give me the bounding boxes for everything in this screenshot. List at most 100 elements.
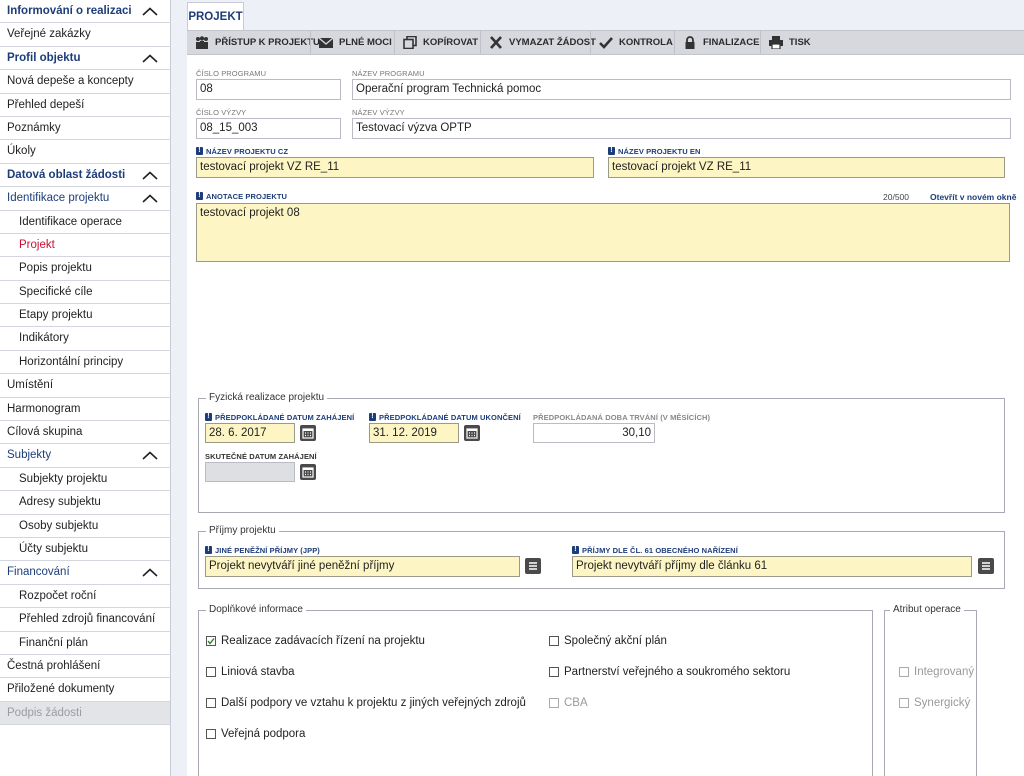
integrated-checkbox: Integrovaný	[899, 666, 974, 679]
sidebar-item-subjekty[interactable]: Subjekty	[0, 444, 170, 468]
art61-income-label: PŘÍJMY DLE ČL. 61 OBECNÉHO NAŘÍZENÍ	[572, 546, 738, 555]
sidebar-item-label: Informování o realizaci	[7, 5, 132, 17]
joint-action-plan-checkbox[interactable]: Společný akční plán	[549, 635, 667, 648]
synergic-label: Synergický	[914, 697, 971, 709]
sidebar-item-label: Umístění	[7, 379, 54, 392]
print-label: TISK	[789, 37, 811, 48]
sidebar-item-rozpocet-rocni[interactable]: Rozpočet roční	[0, 585, 170, 609]
sidebar-item-label: Účty subjektu	[19, 542, 89, 555]
sidebar-item-label: Přiložené dokumenty	[7, 683, 115, 696]
sidebar-item-informovani-o-realizaci[interactable]: Informování o realizaci	[0, 0, 170, 24]
printer-icon	[769, 36, 783, 49]
checkbox-box	[549, 667, 559, 677]
physical-realization-legend: Fyzická realizace projektu	[206, 392, 328, 403]
sidebar-item-financni-plan[interactable]: Finanční plán	[0, 632, 170, 655]
checkmark-icon	[599, 37, 613, 49]
sidebar-item-profil-objektu[interactable]: Profil objektu	[0, 47, 170, 71]
call-number-field[interactable]: 08_15_003	[196, 118, 341, 139]
open-new-window-link[interactable]: Otevřít v novém okně	[930, 192, 1016, 202]
check-button[interactable]: KONTROLA	[591, 31, 673, 54]
sidebar-item-ukoly[interactable]: Úkoly	[0, 140, 170, 164]
sidebar-item-adresy-subjektu[interactable]: Adresy subjektu	[0, 491, 170, 515]
art61-income-field[interactable]: Projekt nevytváří příjmy dle článku 61	[572, 556, 972, 577]
tab-projekt[interactable]: PROJEKT	[187, 2, 244, 30]
sidebar-item-prilozene-dokumenty[interactable]: Přiložené dokumenty	[0, 678, 170, 702]
powers-button[interactable]: PLNÉ MOCI	[311, 31, 392, 54]
start-planned-field[interactable]: 28. 6. 2017	[205, 423, 295, 443]
additional-info-legend: Doplňkové informace	[206, 604, 306, 615]
other-support-label: Další podpory ve vztahu k projektu z jin…	[221, 697, 526, 709]
sidebar-item-etapy-projektu[interactable]: Etapy projektu	[0, 304, 170, 328]
project-name-cz-field[interactable]: testovací projekt VZ RE_11	[196, 157, 594, 178]
sidebar-item-indikatory[interactable]: Indikátory	[0, 327, 170, 351]
project-name-en-field[interactable]: testovací projekt VZ RE_11	[608, 157, 1005, 178]
sidebar-item-umisteni[interactable]: Umístění	[0, 374, 170, 398]
annotation-textarea[interactable]: testovací projekt 08	[196, 203, 1010, 262]
list-icon[interactable]	[978, 558, 994, 574]
procurement-checkbox[interactable]: Realizace zadávacích řízení na projektu	[206, 635, 425, 648]
copy-button[interactable]: KOPÍROVAT	[395, 31, 478, 54]
sidebar-item-datova-oblast-zadosti[interactable]: Datová oblast žádosti	[0, 164, 170, 188]
other-income-label: JINÉ PENĚŽNÍ PŘÍJMY (JPP)	[205, 546, 320, 555]
linear-structure-label: Liniová stavba	[221, 666, 295, 678]
other-support-checkbox[interactable]: Další podpory ve vztahu k projektu z jin…	[206, 697, 526, 710]
program-number-field[interactable]: 08	[196, 79, 341, 100]
finalize-button[interactable]: FINALIZACE	[675, 31, 759, 54]
print-button[interactable]: TISK	[761, 31, 811, 54]
sidebar-item-label: Poznámky	[7, 121, 61, 134]
sidebar-item-subjekty-projektu[interactable]: Subjekty projektu	[0, 468, 170, 492]
copy-icon	[403, 36, 417, 49]
sidebar-item-prehled-zdroju-financovani[interactable]: Přehled zdrojů financování	[0, 608, 170, 632]
chevron-up-icon[interactable]	[142, 7, 158, 16]
delete-request-button[interactable]: VYMAZAT ŽÁDOST	[481, 31, 596, 54]
call-name-field[interactable]: Testovací výzva OPTP	[352, 118, 1011, 139]
calendar-icon[interactable]	[300, 464, 316, 480]
sidebar-item-verejne-zakazky[interactable]: Veřejné zakázky	[0, 23, 170, 47]
calendar-icon[interactable]	[464, 425, 480, 441]
end-planned-field[interactable]: 31. 12. 2019	[369, 423, 459, 443]
sidebar-item-podpis-zadosti: Podpis žádosti	[0, 701, 170, 726]
linear-structure-checkbox[interactable]: Liniová stavba	[206, 666, 295, 679]
chevron-up-icon[interactable]	[142, 171, 158, 180]
checkbox-box	[899, 667, 909, 677]
list-icon[interactable]	[525, 558, 541, 574]
cba-checkbox: CBA	[549, 697, 588, 710]
duration-field: 30,10	[533, 423, 655, 443]
sidebar-item-ucty-subjektu[interactable]: Účty subjektu	[0, 538, 170, 562]
sidebar-item-prehled-depesi[interactable]: Přehled depeší	[0, 94, 170, 117]
other-income-field[interactable]: Projekt nevytváří jiné peněžní příjmy	[205, 556, 520, 577]
sidebar-item-cilova-skupina[interactable]: Cílová skupina	[0, 421, 170, 445]
sidebar-item-label: Horizontální principy	[19, 355, 124, 368]
chevron-up-icon[interactable]	[142, 451, 158, 461]
program-name-field[interactable]: Operační program Technická pomoc	[352, 79, 1011, 100]
sidebar-item-poznamky[interactable]: Poznámky	[0, 117, 170, 141]
sidebar-item-osoby-subjektu[interactable]: Osoby subjektu	[0, 515, 170, 538]
sidebar-item-label: Přehled depeší	[7, 98, 85, 111]
calendar-icon[interactable]	[300, 425, 316, 441]
sidebar-item-cestna-prohlaseni[interactable]: Čestná prohlášení	[0, 655, 170, 679]
integrated-label: Integrovaný	[914, 666, 975, 678]
project-name-en-label: NÁZEV PROJEKTU EN	[608, 147, 701, 156]
chevron-up-icon[interactable]	[142, 568, 158, 577]
sidebar-item-nova-depese-a-koncepty[interactable]: Nová depeše a koncepty	[0, 70, 170, 94]
sidebar-item-harmonogram[interactable]: Harmonogram	[0, 398, 170, 422]
sidebar-item-specificke-cile[interactable]: Specifické cíle	[0, 281, 170, 305]
sidebar-item-label: Přehled zdrojů financování	[19, 613, 156, 626]
end-planned-label: PŘEDPOKLÁDANÉ DATUM UKONČENÍ	[369, 413, 521, 422]
checkbox-box	[206, 636, 216, 646]
sidebar-item-horizontalni-principy[interactable]: Horizontální principy	[0, 351, 170, 375]
sidebar-item-identifikace-operace[interactable]: Identifikace operace	[0, 211, 170, 234]
ppp-checkbox[interactable]: Partnerství veřejného a soukromého sekto…	[549, 666, 790, 679]
sidebar-item-identifikace-projektu[interactable]: Identifikace projektu	[0, 187, 170, 211]
ppp-label: Partnerství veřejného a soukromého sekto…	[564, 666, 791, 678]
sidebar-item-label: Rozpočet roční	[19, 589, 97, 602]
sidebar-item-financovani[interactable]: Financování	[0, 561, 170, 585]
sidebar-item-popis-projektu[interactable]: Popis projektu	[0, 257, 170, 281]
checkbox-box	[549, 698, 559, 708]
chevron-up-icon[interactable]	[142, 54, 158, 63]
public-support-checkbox[interactable]: Veřejná podpora	[206, 728, 305, 741]
checkmark-icon	[207, 638, 215, 645]
chevron-up-icon[interactable]	[142, 194, 158, 203]
sidebar-item-projekt[interactable]: Projekt	[0, 234, 170, 258]
access-button[interactable]: PŘÍSTUP K PROJEKTU	[187, 31, 320, 54]
